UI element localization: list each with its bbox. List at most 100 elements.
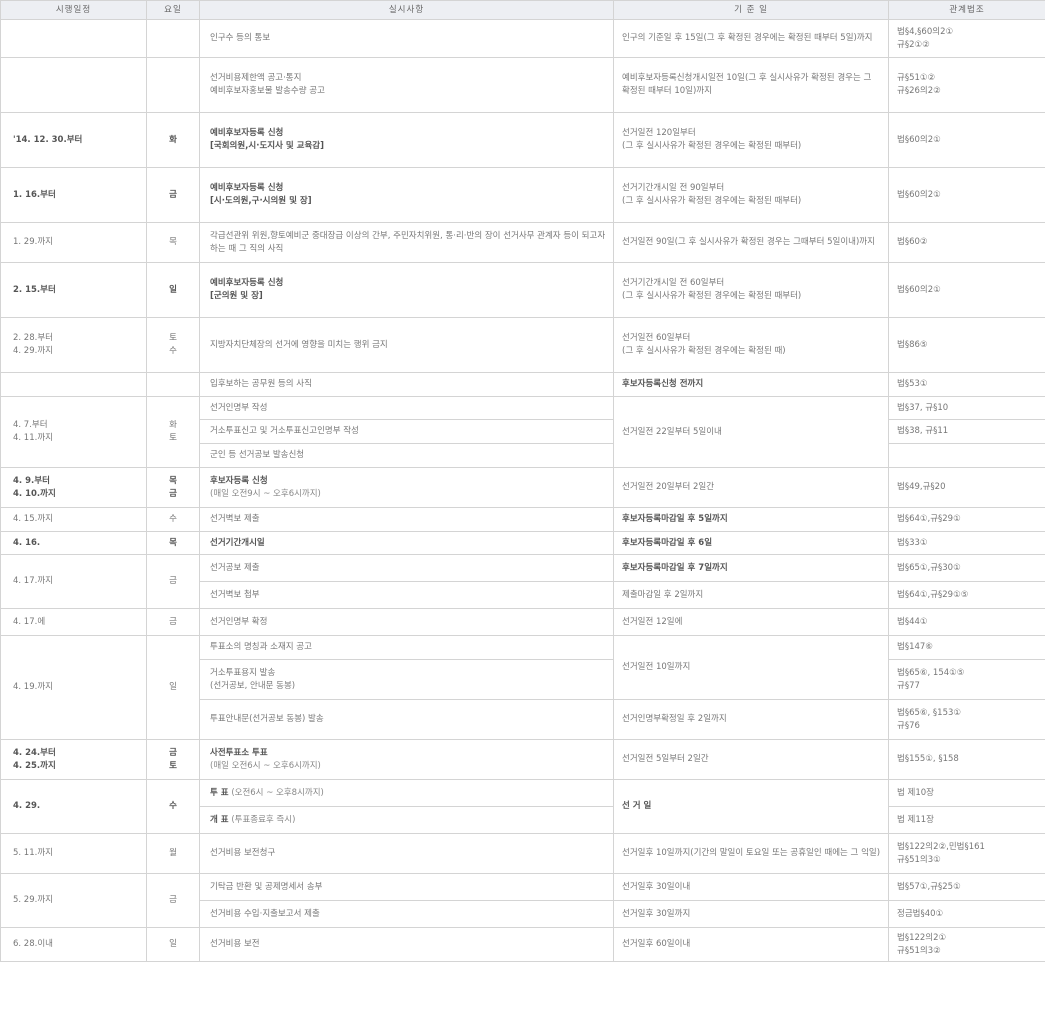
law-line: 규§51의3② [897,945,941,956]
table-row: 2. 28.부터 4. 29.까지 토 수 지방자치단체장의 선거에 영향을 미치는 행… [0,317,1045,373]
period-cell: 1. 29.까지 [0,222,147,263]
period-cell: 4. 17.까지 [0,554,147,609]
day-line: 금 [169,189,177,200]
law-cell: 법§147⑥ [888,635,1045,660]
standard-line: 선거일전 90일(그 후 실시사유가 확정된 경우는 그때부터 5일이내)까지 [622,237,875,247]
activity-note: (오전6시 ~ 오후8시까지) [231,787,324,798]
schedule-body-groups: 입후보하는 공무원 등의 사직 후보자등록신청 전까지 법§53① 4. 7.부… [0,372,1045,962]
standard-cell: 선거일전 5일부터 2일간 [613,739,889,780]
law-cell: 법§57①,규§25① [888,873,1045,901]
period-cell [0,372,147,397]
law-cell: 법§122의2②,민법§161 규§51의3① [888,833,1045,874]
activity-cell: 지방자치단체장의 선거에 영향을 미치는 행위 금지 [199,317,614,373]
table-row: 4. 16. 목 선거기간개시일 후보자등록마감일 후 6일 법§33① [0,531,1045,555]
day-cell: 월 [146,833,200,874]
activity-cell: 거소투표용지 발송 (선거공보, 안내문 동봉) [199,659,614,700]
day-line: 토 [169,760,177,771]
day-cell [146,372,200,397]
period-cell: 6. 28.이내 [0,927,147,962]
table-row: 4. 15.까지 수 선거벽보 제출 후보자등록마감일 후 5일까지 법§64①… [0,507,1045,532]
header-law: 관계법조 [888,0,1045,20]
activity-note: (선거공보, 안내문 동봉) [210,680,296,691]
law-cell: 법§44① [888,608,1045,636]
activity-note: (투표종료후 즉시) [231,814,296,825]
day-cell: 금 토 [146,739,200,780]
standard-cell: 선거일후 10일까지(기간의 말일이 토요일 또는 공휴일인 때에는 그 익일) [613,833,889,874]
activity-line: 선거비용제한액 공고·통지 [210,73,302,83]
law-line: 규§2①② [897,39,930,50]
table-row: 4. 17.에 금 선거인명부 확정 선거일전 12일에 법§44① [0,608,1045,636]
activity-line: 투 표 [210,787,229,798]
period-cell: 2. 28.부터 4. 29.까지 [0,317,147,373]
period-line: 2. 15.부터 [13,284,56,295]
day-cell: 일 [146,635,200,740]
day-cell: 목 [146,222,200,263]
law-cell: 규§51①② 규§26의2② [888,57,1045,113]
table-row: 2. 15.부터 일 예비후보자등록 신청 [군의원 및 장] 선거기간개시일 전 60… [0,262,1045,318]
header-activity: 실시사항 [199,0,614,20]
activity-cell: 기탁금 반환 및 공제명세서 송부 [199,873,614,901]
table-row: 4. 17.까지 금 선거공보 제출 후보자등록마감일 후 7일까지 법§65①… [0,554,1045,609]
standard-cell: 예비후보자등록신청개시일전 10일(그 후 실시사유가 확정된 경우는 그 확정… [613,57,889,113]
period-cell: 4. 7.부터 4. 11.까지 [0,396,147,468]
law-cell: 법§33① [888,531,1045,555]
period-line: '14. 12. 30.부터 [13,134,83,145]
law-cell: 법§60② [888,222,1045,263]
day-line: 목 [169,475,177,486]
header-standard: 기 준 일 [613,0,889,20]
law-line: 규§51의3① [897,854,941,865]
law-cell: 법§60의2① [888,167,1045,223]
activity-line: 예비후보자등록 신청 [210,128,284,138]
activity-cell: 입후보하는 공무원 등의 사직 [199,372,614,397]
period-line: 2. 28.부터 [13,333,53,343]
law-cell: 법§60의2① [888,112,1045,168]
law-cell: 법§64①,규§29① [888,507,1045,532]
day-cell: 화 토 [146,396,200,468]
law-line: 법§122의2① [897,932,947,943]
day-cell: 금 [146,608,200,636]
table-row: 5. 11.까지 월 선거비용 보전청구 선거일후 10일까지(기간의 말일이 … [0,833,1045,874]
period-cell: 4. 15.까지 [0,507,147,532]
period-cell: 2. 15.부터 [0,262,147,318]
period-cell: 4. 9.부터 4. 10.까지 [0,467,147,508]
table-row: 5. 29.까지 금 기탁금 반환 및 공제명세서 송부 선거일후 30일이내 … [0,873,1045,928]
standard-cell: 후보자등록마감일 후 7일까지 [613,554,889,582]
activity-cell: 선거비용 보전청구 [199,833,614,874]
activity-line: 예비후보자등록 신청 [210,278,284,288]
law-cell: 법§37, 규§10 [888,396,1045,420]
day-cell: 목 [146,531,200,555]
activity-line: 사전투표소 투표 [210,747,268,758]
day-cell: 목 금 [146,467,200,508]
law-cell: 법§38, 규§11 [888,419,1045,444]
period-cell: 5. 11.까지 [0,833,147,874]
activity-cell: 각급선관위 위원,향토예비군 중대장급 이상의 간부, 주민자치위원, 통·리·… [199,222,614,263]
law-line: 법§122의2②,민법§161 [897,841,985,852]
activity-cell: 거소투표신고 및 거소투표신고인명부 작성 [199,419,614,444]
law-line: 법§65⑥, 154①⑤ [897,667,965,678]
period-line: 4. 10.까지 [13,488,56,499]
standard-cell: 선거일전 90일(그 후 실시사유가 확정된 경우는 그때부터 5일이내)까지 [613,222,889,263]
period-line: 1. 16.부터 [13,189,56,200]
day-cell: 화 [146,112,200,168]
day-cell: 일 [146,262,200,318]
day-line: 토 [169,333,177,343]
activity-line: 예비후보자등록 신청 [210,183,284,193]
standard-cell: 선거일전 60일부터 (그 후 실시사유가 확정된 경우에는 확정된 때) [613,317,889,373]
standard-cell: 후보자등록신청 전까지 [613,372,889,397]
day-cell: 토수 [146,317,200,373]
activity-line: 각급선관위 위원,향토예비군 중대장급 이상의 간부, 주민자치위원, 통·리·… [210,230,606,254]
activity-cell: 예비후보자등록 신청 [국회의원,시·도지사 및 교육감] [199,112,614,168]
table-row: 4. 24.부터 4. 25.까지 금 토 사전투표소 투표 (매일 오전6시 … [0,739,1045,780]
table-row: 1. 16.부터 금 예비후보자등록 신청 [시·도의원,구·시의원 및 장] 선거기간… [0,167,1045,223]
law-cell: 법§53① [888,372,1045,397]
law-cell: 법§64①,규§29①⑤ [888,581,1045,609]
law-cell: 법§65⑥, 154①⑤ 규§77 [888,659,1045,700]
activity-line: [시·도의원,구·시의원 및 장] [210,196,312,206]
activity-cell: 선거인명부 작성 [199,396,614,420]
period-line: 4. 29.까지 [13,346,53,356]
period-cell [0,57,147,113]
period-cell: '14. 12. 30.부터 [0,112,147,168]
day-line: 일 [169,284,177,295]
activity-cell: 선거공보 제출 [199,554,614,582]
table-row: 4. 29. 수 투 표 (오전6시 ~ 오후8시까지) 선 거 일 법 제10… [0,779,1045,834]
